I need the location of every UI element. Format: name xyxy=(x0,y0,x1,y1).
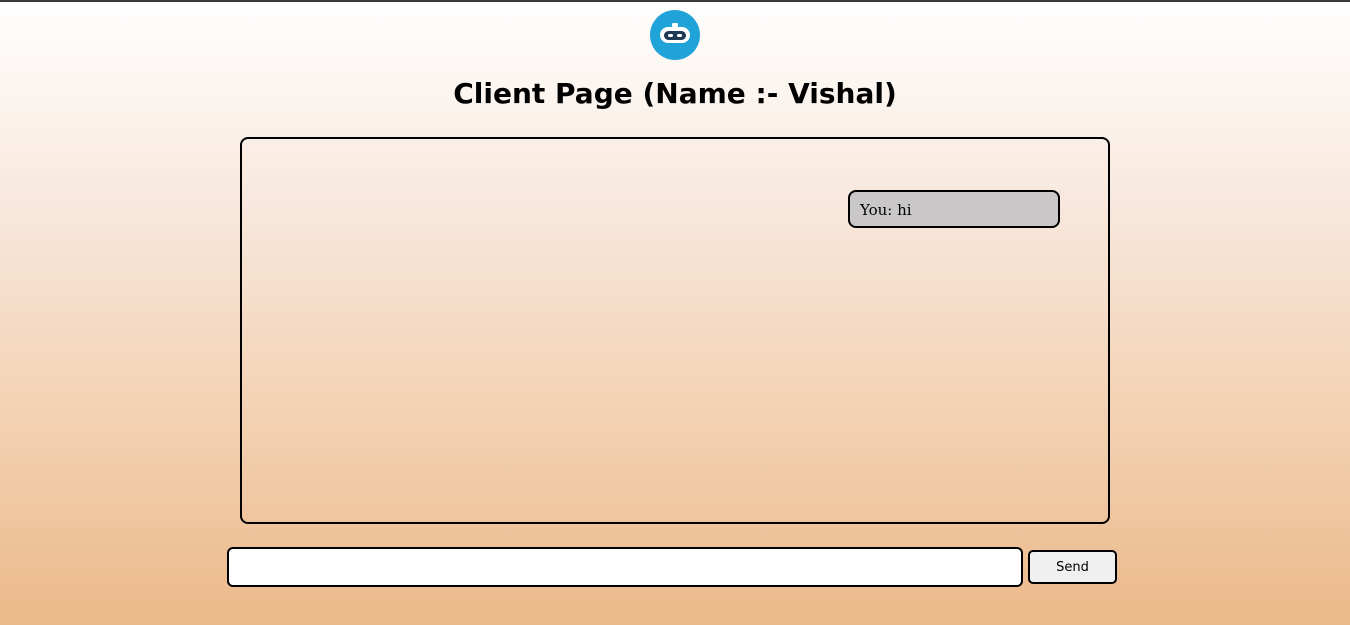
chat-message: You: hi xyxy=(848,190,1060,228)
send-button[interactable]: Send xyxy=(1028,550,1117,584)
robot-icon xyxy=(650,10,700,60)
top-border xyxy=(0,0,1350,2)
chat-messages-area[interactable]: You: hi xyxy=(240,137,1110,524)
page-title: Client Page (Name :- Vishal) xyxy=(453,77,897,110)
message-input[interactable] xyxy=(227,547,1023,587)
